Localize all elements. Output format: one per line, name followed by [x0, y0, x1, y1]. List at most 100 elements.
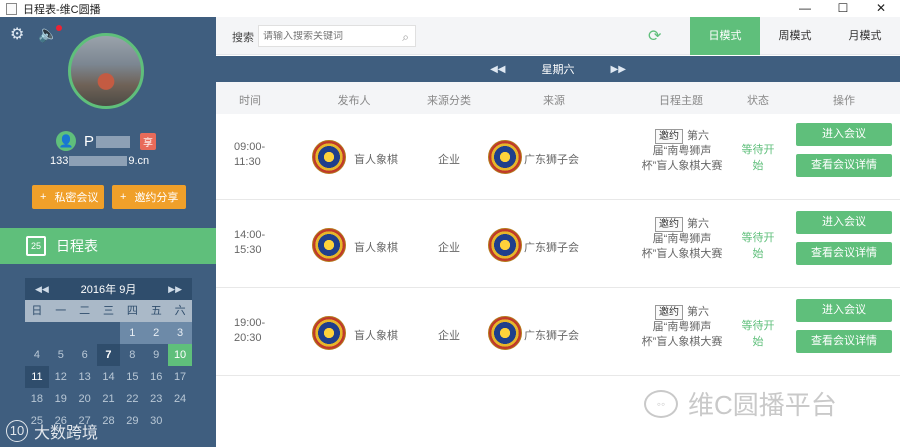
toolbar: 搜索 ⌕ ⟳ 日模式 周模式 月模式: [216, 17, 900, 55]
minimize-button[interactable]: —: [786, 0, 824, 17]
column-source: 来源: [543, 95, 565, 107]
source-name: 广东狮子会: [524, 154, 579, 166]
schedule-time: 09:00- 11:30: [234, 141, 266, 168]
calendar-weekday: 四: [120, 300, 145, 322]
calendar-day[interactable]: 4: [25, 344, 49, 366]
enter-meeting-button[interactable]: 进入会议: [796, 123, 892, 146]
calendar-day[interactable]: [168, 410, 192, 432]
calendar-grid: 日一二三四五六 1 2 3 4 5 6 7 8 9 10 11 12 13 14 15 16 17 18 19 20 21…: [25, 300, 192, 432]
calendar-day[interactable]: 18: [25, 388, 49, 410]
plus-icon: +: [120, 191, 127, 203]
status-badge: 等待开始: [741, 320, 775, 348]
column-topic: 日程主题: [659, 95, 703, 107]
calendar-day[interactable]: 10: [168, 344, 192, 366]
invite-tag: 邀约: [655, 305, 683, 320]
speaker-icon[interactable]: 🔈: [38, 25, 63, 43]
settings-icon[interactable]: ⚙: [10, 27, 24, 43]
next-month-button[interactable]: ▶▶: [168, 284, 182, 295]
watermark-logo-icon: 10: [6, 420, 28, 442]
calendar-day[interactable]: 8: [120, 344, 145, 366]
source-category: 企业: [438, 242, 460, 254]
maximize-button[interactable]: ☐: [824, 0, 862, 17]
app-icon: [6, 2, 17, 15]
enter-meeting-button[interactable]: 进入会议: [796, 211, 892, 234]
schedule-topic[interactable]: 邀约 第六 届“南粤狮声 杯”盲人象棋大赛: [636, 305, 728, 350]
source-logo: [488, 140, 522, 174]
calendar-day[interactable]: 16: [144, 366, 169, 388]
prev-month-button[interactable]: ◀◀: [35, 284, 49, 295]
status-badge: 等待开始: [741, 232, 775, 260]
calendar-day[interactable]: 30: [144, 410, 169, 432]
publisher-logo: [312, 228, 346, 262]
view-meeting-details-button[interactable]: 查看会议详情: [796, 154, 892, 177]
main-panel: 搜索 ⌕ ⟳ 日模式 周模式 月模式 ◀◀ 星期六 ▶▶ 时间 发布人 来源分类…: [216, 17, 900, 447]
search-icon[interactable]: ⌕: [402, 30, 409, 45]
private-meeting-button[interactable]: + 私密会议: [32, 185, 104, 209]
calendar-weekday: 一: [48, 300, 73, 322]
calendar-day[interactable]: 15: [120, 366, 145, 388]
calendar-weekday: 五: [144, 300, 169, 322]
calendar-day[interactable]: [48, 322, 73, 344]
calendar-day[interactable]: [25, 322, 49, 344]
status-badge: 等待开始: [741, 144, 775, 172]
enter-meeting-button[interactable]: 进入会议: [796, 299, 892, 322]
invite-tag: 邀约: [655, 129, 683, 144]
next-day-button[interactable]: ▶▶: [611, 64, 626, 75]
schedule-topic[interactable]: 邀约 第六 届“南粤狮声 杯”盲人象棋大赛: [636, 217, 728, 262]
calendar-day[interactable]: 23: [144, 388, 169, 410]
calendar-day[interactable]: 6: [72, 344, 97, 366]
calendar-day[interactable]: [96, 322, 121, 344]
calendar-day[interactable]: 29: [120, 410, 145, 432]
name-redaction: [96, 135, 131, 148]
calendar-day[interactable]: 7: [96, 344, 121, 366]
calendar-day[interactable]: 14: [96, 366, 121, 388]
source-name: 广东狮子会: [524, 330, 579, 342]
publisher-logo: [312, 140, 346, 174]
invite-tag: 邀约: [655, 217, 683, 232]
calendar-day[interactable]: 3: [168, 322, 192, 344]
calendar-icon: 25: [26, 236, 46, 256]
calendar-day[interactable]: 24: [168, 388, 192, 410]
calendar-header: ◀◀ 2016年 9月 ▶▶: [25, 278, 192, 300]
sidebar-item-schedule[interactable]: 25 日程表: [0, 228, 216, 264]
view-meeting-details-button[interactable]: 查看会议详情: [796, 330, 892, 353]
publisher-logo: [312, 316, 346, 350]
user-icon: 👤: [56, 131, 76, 151]
calendar-day[interactable]: 17: [168, 366, 192, 388]
calendar-day[interactable]: 12: [48, 366, 73, 388]
current-day-label: 星期六: [541, 64, 575, 76]
calendar-day[interactable]: 9: [144, 344, 169, 366]
email-redaction: [69, 156, 128, 167]
tab-month-mode[interactable]: 月模式: [830, 17, 900, 55]
schedule-time: 14:00- 15:30: [234, 229, 266, 256]
schedule-row: 09:00- 11:30 盲人象棋 企业 广东狮子会 邀约 第六 届“南粤狮声 杯”…: [216, 114, 900, 200]
calendar-weekday: 六: [168, 300, 192, 322]
notification-dot: [56, 25, 63, 31]
avatar[interactable]: [68, 33, 144, 109]
calendar-day[interactable]: 19: [48, 388, 73, 410]
search-input[interactable]: [263, 30, 393, 42]
calendar-day[interactable]: [72, 322, 97, 344]
wechat-icon: ◦◦: [644, 389, 678, 418]
publisher-name: 盲人象棋: [354, 242, 398, 254]
calendar-day[interactable]: 21: [96, 388, 121, 410]
calendar-day[interactable]: 22: [120, 388, 145, 410]
calendar-day[interactable]: 13: [72, 366, 97, 388]
plus-icon: +: [40, 191, 47, 203]
prev-day-button[interactable]: ◀◀: [490, 64, 505, 75]
search-box[interactable]: ⌕: [258, 25, 416, 47]
schedule-topic[interactable]: 邀约 第六 届“南粤狮声 杯”盲人象棋大赛: [636, 129, 728, 174]
calendar-day[interactable]: 11: [25, 366, 49, 388]
tab-week-mode[interactable]: 周模式: [760, 17, 830, 55]
calendar-day[interactable]: 20: [72, 388, 97, 410]
calendar-day[interactable]: 5: [48, 344, 73, 366]
close-button[interactable]: ✕: [862, 0, 900, 17]
calendar-day[interactable]: 1: [120, 322, 145, 344]
tab-day-mode[interactable]: 日模式: [690, 17, 760, 55]
view-meeting-details-button[interactable]: 查看会议详情: [796, 242, 892, 265]
sidebar: ⚙ 🔈 👤 P 享 133 9.cn + 私密会议 + 邀约分享 25 日程表 ◀…: [0, 17, 216, 447]
refresh-icon[interactable]: ⟳: [648, 26, 661, 46]
calendar-day[interactable]: 28: [96, 410, 121, 432]
invite-share-button[interactable]: + 邀约分享: [112, 185, 186, 209]
calendar-day[interactable]: 2: [144, 322, 169, 344]
